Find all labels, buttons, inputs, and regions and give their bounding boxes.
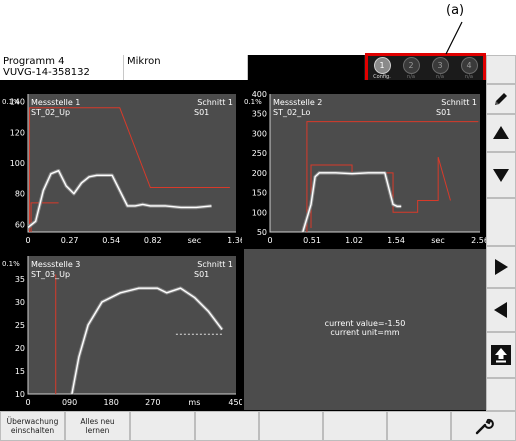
relearn-all-button[interactable]: Alles neu lernen [65, 411, 130, 441]
chart-subtitle: ST_03_Up [31, 270, 70, 279]
arrow-right-icon [495, 259, 508, 275]
tools-button[interactable] [451, 411, 516, 441]
chart-title: Messstelle 3 [31, 260, 80, 269]
part-number: VUVG-14-358132 [3, 67, 90, 78]
x-tick-label: 450 [228, 398, 242, 407]
callout-label: (a) [446, 3, 465, 18]
chart-title: Messstelle 1 [31, 98, 80, 107]
relearn-all-label-1: Alles neu [80, 417, 115, 426]
chart-cut: Schnitt 1 [197, 260, 233, 269]
y-tick-label: 60 [15, 220, 25, 229]
x-tick-label: 0.27 [61, 236, 79, 245]
chart-slot: S01 [194, 270, 209, 279]
x-tick-label: sec [188, 236, 202, 245]
enable-monitoring-label-2: einschalten [10, 426, 55, 435]
chart-slot: S01 [436, 108, 451, 117]
unit-label: 0.1% [2, 260, 20, 268]
x-tick-label: 180 [104, 398, 119, 407]
program-info: Programm 4 VUVG-14-358132 [0, 55, 124, 80]
x-tick-label: 0.54 [102, 236, 120, 245]
y-tick-label: 300 [252, 129, 267, 138]
y-tick-label: 30 [15, 298, 25, 307]
relearn-all-label-2: lernen [85, 426, 110, 435]
y-tick-label: 350 [252, 110, 267, 119]
enable-monitoring-label-1: Überwachung [6, 417, 59, 426]
y-tick-label: 100 [10, 159, 25, 168]
blank-side-button-bottom[interactable] [486, 378, 516, 411]
chart-subtitle: ST_02_Lo [273, 108, 310, 117]
y-tick-label: 200 [252, 169, 267, 178]
y-tick-label: 100 [252, 208, 267, 217]
unit-label: 0.1% [2, 98, 20, 106]
x-tick-label: 0.51 [303, 236, 321, 245]
x-tick-label: 1.54 [387, 236, 405, 245]
previous-button[interactable] [486, 288, 516, 332]
y-tick-label: 50 [257, 228, 267, 237]
footer-button-6[interactable] [323, 411, 387, 441]
current-value: current value=-1.50 [324, 319, 406, 328]
callout-pointer [445, 21, 463, 55]
y-tick-label: 15 [15, 367, 25, 376]
x-tick-label: 0 [25, 236, 30, 245]
chart-messstelle-2: 400350300250200150100500.1%0 0.51 1.02 1.54… [244, 90, 486, 245]
next-button[interactable] [486, 246, 516, 288]
edit-button[interactable] [486, 84, 516, 114]
chart-cut: Schnitt 1 [441, 98, 477, 107]
arrow-up-icon [493, 126, 509, 139]
scroll-up-button[interactable] [486, 114, 516, 152]
x-tick-label: 090 [62, 398, 77, 407]
upload-icon [491, 345, 511, 365]
chart-messstelle-3: 35 30 25 20 15 10 0.1% 0 090 180 270 ms 450 Messstell… [2, 256, 242, 407]
chart-subtitle: ST_02_Up [31, 108, 70, 117]
footer-button-3[interactable] [130, 411, 195, 441]
current-unit: current unit=mm [330, 328, 400, 337]
x-tick-label: ms [188, 398, 200, 407]
footer-button-4[interactable] [195, 411, 259, 441]
x-tick-label: 0 [267, 236, 272, 245]
machine-name: Mikron [127, 56, 161, 67]
pencil-icon [495, 93, 507, 105]
y-tick-label: 80 [15, 190, 25, 199]
x-tick-label: 1.02 [345, 236, 363, 245]
machine-info: Mikron [124, 55, 248, 80]
upload-button[interactable] [486, 332, 516, 378]
y-tick-label: 25 [15, 321, 25, 330]
y-tick-label: 150 [252, 189, 267, 198]
arrow-down-icon [493, 169, 509, 182]
footer-button-7[interactable] [387, 411, 451, 441]
blank-side-button[interactable] [486, 198, 516, 246]
header-spacer [248, 55, 364, 80]
chart-slot: S01 [194, 108, 209, 117]
chart-messstelle-1: 14012010080600.1%00.270.540.82sec1.36Mes… [2, 94, 242, 245]
chart-title: Messstelle 2 [273, 98, 322, 107]
footer-button-5[interactable] [259, 411, 323, 441]
scroll-down-button[interactable] [486, 152, 516, 198]
chart-cut: Schnitt 1 [197, 98, 233, 107]
wrench-icon [475, 418, 494, 435]
y-tick-label: 20 [15, 344, 25, 353]
y-tick-label: 10 [15, 390, 25, 399]
program-name: Programm 4 [3, 56, 65, 67]
x-tick-label: 2.56 [471, 236, 486, 245]
x-tick-label: 0 [25, 398, 30, 407]
y-tick-label: 250 [252, 149, 267, 158]
enable-monitoring-button[interactable]: Überwachung einschalten [0, 411, 65, 441]
y-tick-label: 120 [10, 128, 25, 137]
y-tick-label: 35 [15, 275, 25, 284]
x-tick-label: 1.36 [227, 236, 242, 245]
x-tick-label: sec [431, 236, 445, 245]
arrow-left-icon [494, 302, 507, 318]
x-tick-label: 0.82 [144, 236, 162, 245]
x-tick-label: 270 [145, 398, 160, 407]
top-right-blank-button[interactable] [486, 55, 516, 84]
unit-label: 0.1% [244, 98, 262, 106]
info-panel: current value=-1.50 current unit=mm [244, 249, 486, 410]
